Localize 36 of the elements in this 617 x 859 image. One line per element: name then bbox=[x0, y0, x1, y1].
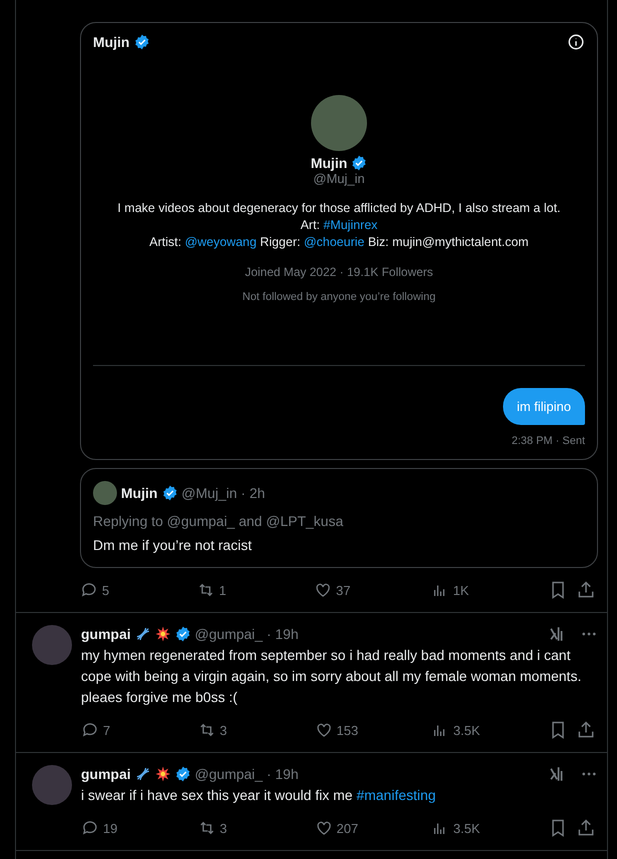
author-handle: @gumpai_ · 19h bbox=[194, 626, 298, 642]
views-count: 3.5K bbox=[453, 722, 480, 738]
repost-count: 1 bbox=[219, 582, 226, 598]
like-count: 37 bbox=[336, 582, 350, 598]
repost-count: 3 bbox=[220, 722, 227, 738]
mutuals-text: Not followed by anyone you’re following bbox=[242, 291, 436, 303]
joined-text: Joined May 2022 · 19.1K Followers bbox=[244, 265, 434, 279]
profile-name: Mujin bbox=[310, 155, 348, 171]
header-name: Mujin bbox=[93, 34, 130, 50]
quoted-text: Dm me if you’re not racist bbox=[93, 537, 253, 553]
link[interactable]: #Mujinrex bbox=[323, 218, 378, 232]
reply-count: 7 bbox=[103, 722, 110, 738]
tweet-text: i swear if i have sex this year it would fix me #manifesting bbox=[81, 786, 437, 805]
reply-count: 5 bbox=[102, 582, 110, 598]
profile-handle: @Muj_in bbox=[313, 171, 365, 186]
bio-text: Artist: @weyowang Rigger: @choeurie Biz: mujin@mythictalent.com bbox=[148, 234, 530, 251]
message-meta: 2:38 PM · Sent bbox=[512, 435, 585, 447]
link[interactable]: @weyowang bbox=[184, 235, 257, 249]
bio-text: I make videos about degeneracy for those afflicted by ADHD, I also stream a lot. Art: #Mujinrex bbox=[116, 200, 562, 234]
tweet-text: my hymen regenerated from september so i had really bad moments and i cant cope with being a virgin again, so im sorry about all my female woman moments. pleaes forgive me b0ss :( bbox=[81, 646, 582, 707]
author-handle: @Muj_in · 2h bbox=[182, 485, 266, 501]
link[interactable]: #manifesting bbox=[356, 787, 436, 803]
message-bubble: im filipino bbox=[502, 388, 585, 425]
author-name: gumpai bbox=[81, 626, 131, 642]
author-name: Mujin bbox=[121, 485, 158, 501]
reply-count: 19 bbox=[103, 820, 118, 836]
like-count: 207 bbox=[336, 820, 358, 836]
views-count: 3.5K bbox=[453, 820, 480, 836]
quoted-tweet[interactable]: Mujin @Muj_in · 2h Replying to @gumpai_ and @LPT_kusa Dm me if you’re not racist bbox=[80, 468, 598, 568]
like-count: 153 bbox=[336, 722, 358, 738]
author-name: gumpai bbox=[81, 766, 131, 782]
replying-text: Replying to @gumpai_ and @LPT_kusa bbox=[93, 513, 344, 529]
link[interactable]: @choeurie bbox=[304, 235, 364, 249]
repost-count: 3 bbox=[220, 820, 227, 836]
author-handle: @gumpai_ · 19h bbox=[194, 766, 298, 782]
views-count: 1K bbox=[453, 582, 469, 598]
